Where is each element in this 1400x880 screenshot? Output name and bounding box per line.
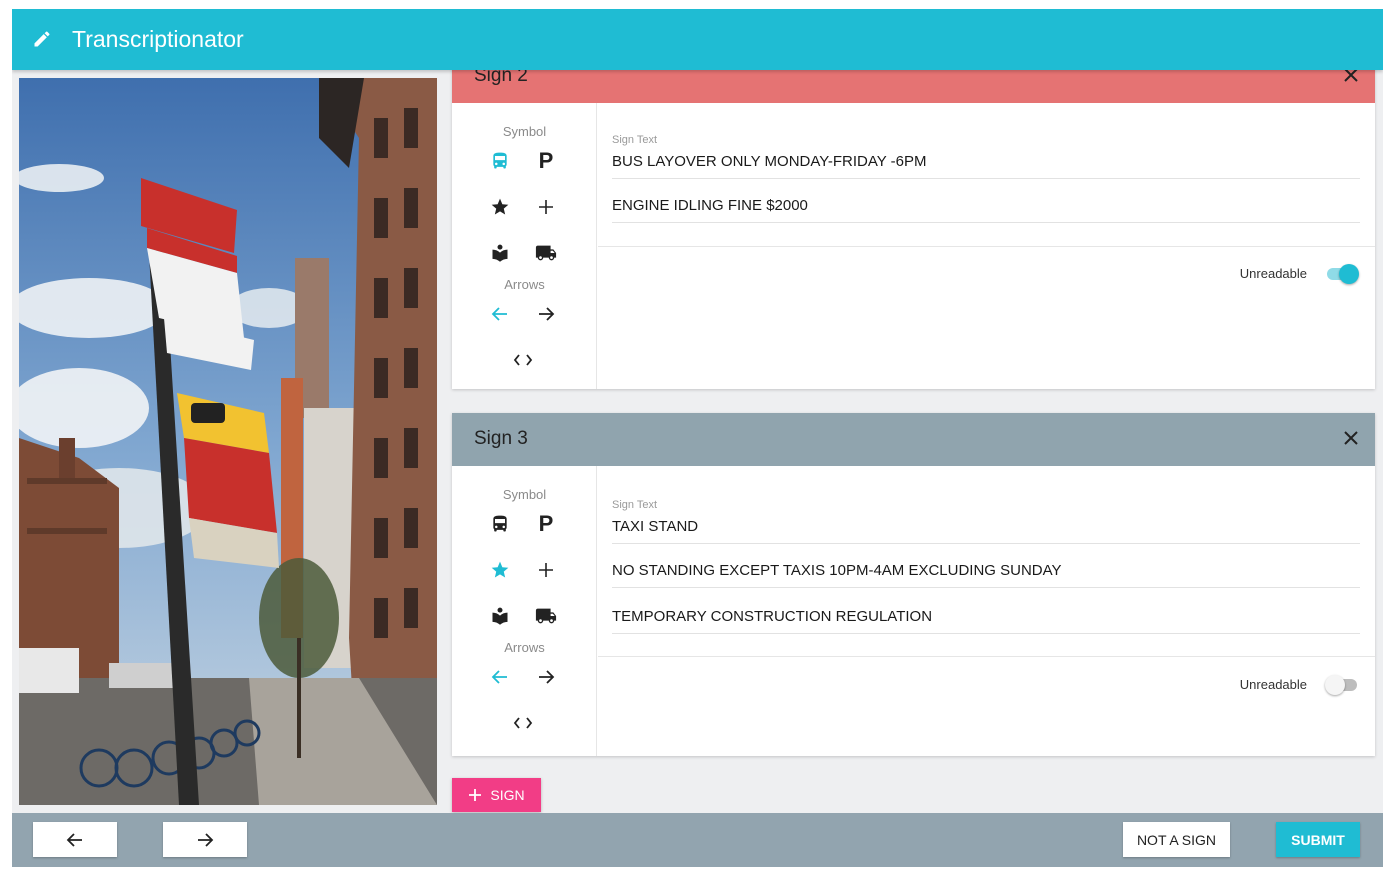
symbol-label: Symbol: [502, 124, 547, 139]
arrow-right-icon[interactable]: [533, 301, 559, 327]
bus-icon[interactable]: [487, 148, 513, 174]
app-title: Transcriptionator: [72, 26, 244, 52]
parking-icon[interactable]: P: [533, 148, 559, 174]
sign-card-header: Sign 3: [452, 413, 1375, 466]
app-header: Transcriptionator: [12, 9, 1383, 70]
sign-text-field[interactable]: TEMPORARY CONSTRUCTION REGULATION: [612, 600, 1360, 634]
plus-icon: [469, 789, 482, 801]
code-icon[interactable]: [510, 347, 536, 373]
sign-card-title: Sign 3: [474, 428, 528, 449]
sign-text-column: Sign Text TAXI STAND NO STANDING EXCEPT …: [598, 466, 1375, 756]
footer-bar: NOT A SIGN SUBMIT: [12, 813, 1383, 867]
not-a-sign-button[interactable]: NOT A SIGN: [1123, 822, 1230, 857]
sign-text-field[interactable]: TAXI STAND: [612, 510, 1360, 544]
reader-icon[interactable]: [487, 603, 513, 629]
reader-icon[interactable]: [487, 240, 513, 266]
sign-photo: [19, 78, 437, 805]
app-window: Transcriptionator Sign 2 Symbol P Arrows…: [12, 9, 1383, 867]
arrow-left-icon: [66, 832, 82, 847]
divider: [598, 246, 1375, 247]
truck-icon[interactable]: [533, 603, 559, 629]
arrow-right-icon[interactable]: [533, 664, 559, 690]
close-icon[interactable]: [1341, 428, 1361, 448]
pencil-icon: [32, 29, 52, 49]
truck-icon[interactable]: [533, 240, 559, 266]
unreadable-label: Unreadable: [1239, 266, 1307, 281]
unreadable-toggle[interactable]: [1325, 673, 1359, 695]
code-icon[interactable]: [510, 710, 536, 736]
symbol-column: Symbol P Arrows: [452, 466, 597, 756]
next-button[interactable]: [163, 822, 247, 857]
unreadable-label: Unreadable: [1239, 677, 1307, 692]
star-icon[interactable]: [487, 194, 513, 220]
arrow-right-icon: [198, 832, 214, 847]
sign-text-column: Sign Text BUS LAYOVER ONLY MONDAY-FRIDAY…: [598, 103, 1375, 389]
star-icon[interactable]: [487, 557, 513, 583]
sign-text-field[interactable]: ENGINE IDLING FINE $2000: [612, 189, 1360, 223]
add-sign-label: SIGN: [490, 787, 525, 803]
sign-card-2: Sign 2 Symbol P Arrows Sign Text BUS LAY…: [452, 50, 1375, 389]
sign-text-field[interactable]: BUS LAYOVER ONLY MONDAY-FRIDAY -6PM: [612, 145, 1360, 179]
plus-icon[interactable]: [533, 194, 559, 220]
arrow-left-icon[interactable]: [487, 301, 513, 327]
arrows-label: Arrows: [504, 640, 545, 655]
prev-button[interactable]: [33, 822, 117, 857]
arrow-left-icon[interactable]: [487, 664, 513, 690]
submit-button[interactable]: SUBMIT: [1276, 822, 1360, 857]
symbol-column: Symbol P Arrows: [452, 103, 597, 389]
symbol-label: Symbol: [502, 487, 547, 502]
divider: [598, 656, 1375, 657]
bus-icon[interactable]: [487, 511, 513, 537]
arrows-label: Arrows: [504, 277, 545, 292]
plus-icon[interactable]: [533, 557, 559, 583]
parking-icon[interactable]: P: [533, 511, 559, 537]
sign-card-3: Sign 3 Symbol P Arrows Sign Text TAXI ST…: [452, 413, 1375, 756]
unreadable-toggle[interactable]: [1325, 262, 1359, 284]
sign-text-field[interactable]: NO STANDING EXCEPT TAXIS 10PM-4AM EXCLUD…: [612, 554, 1360, 588]
add-sign-button[interactable]: SIGN: [452, 778, 541, 812]
